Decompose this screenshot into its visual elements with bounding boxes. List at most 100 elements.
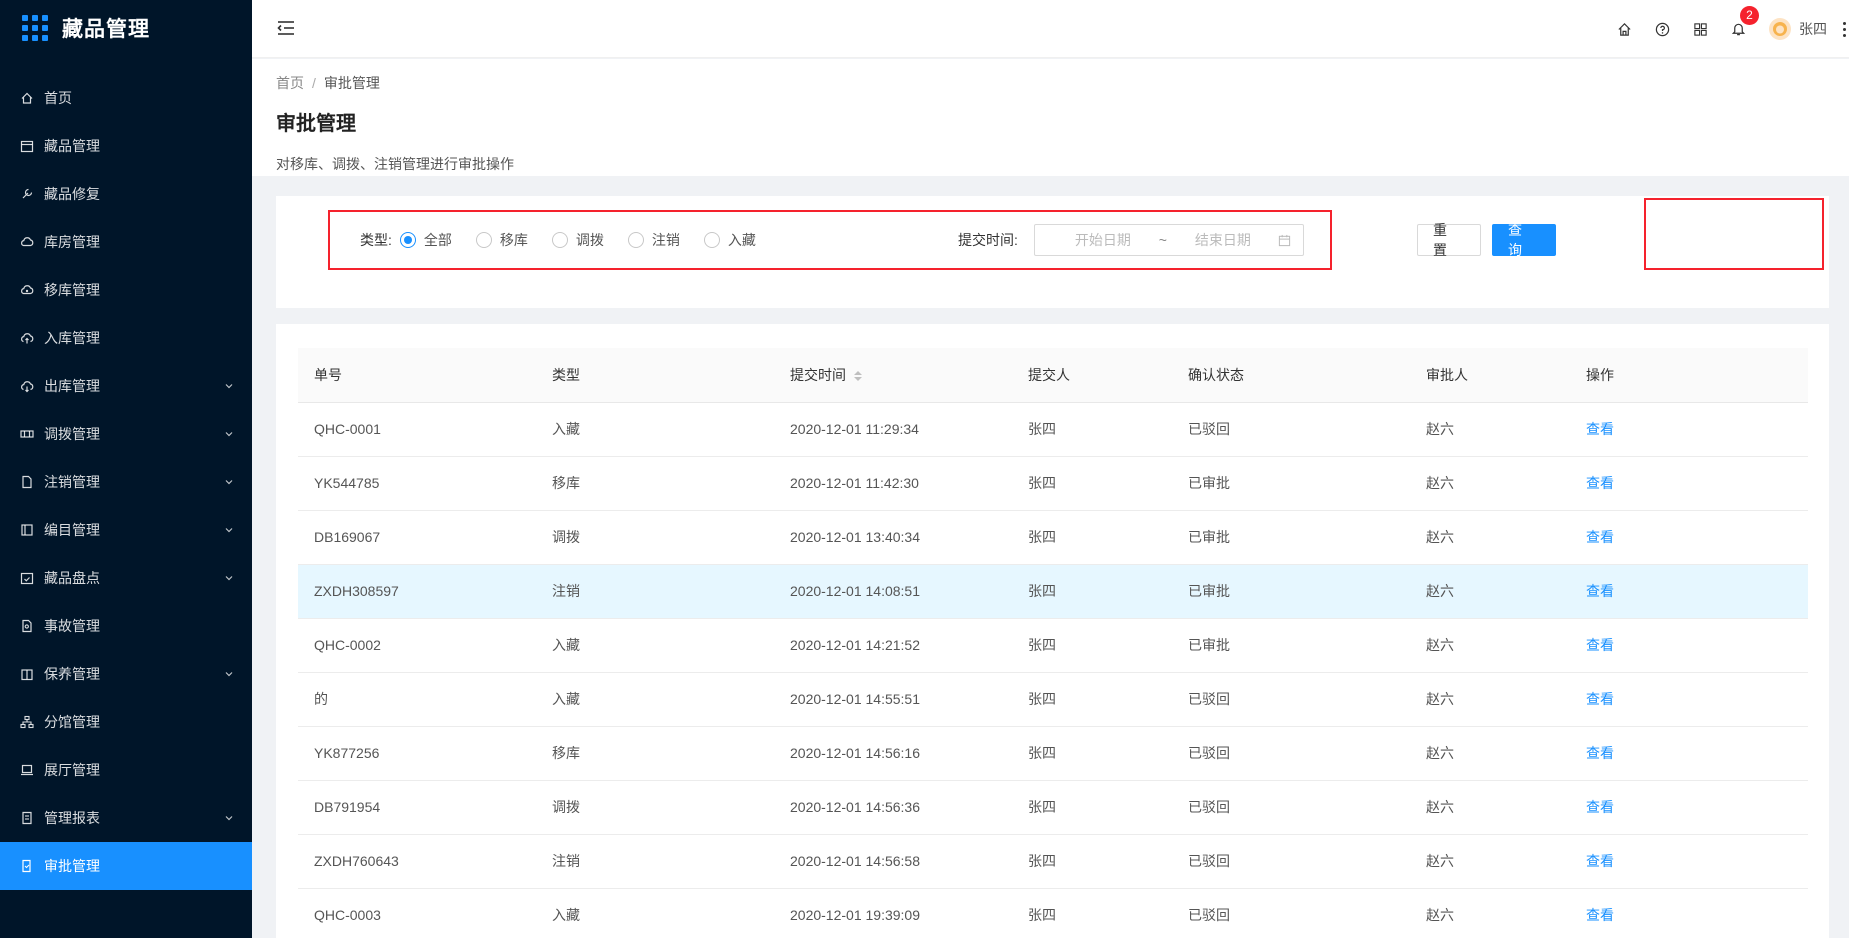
- start-date-input[interactable]: 开始日期: [1053, 230, 1153, 250]
- view-link[interactable]: 查看: [1586, 475, 1614, 491]
- table-row: YK877256 移库 2020-12-01 14:56:16 张四 已驳回 赵六 查看: [298, 726, 1808, 781]
- apps-icon[interactable]: [1681, 0, 1719, 58]
- sidebar-item[interactable]: 编目管理: [0, 506, 252, 554]
- radio-move[interactable]: 移库: [475, 230, 528, 250]
- radio-label: 全部: [423, 232, 452, 248]
- table-header-row: 单号 类型 提交时间 提交人 确认状态 审批人 操作: [298, 348, 1808, 403]
- chevron-down-icon: [224, 669, 234, 679]
- logo[interactable]: 藏品管理: [0, 0, 252, 56]
- approval-table: 单号 类型 提交时间 提交人 确认状态 审批人 操作 QHC-0001 入藏 202…: [298, 348, 1808, 938]
- sidebar-item[interactable]: 首页: [0, 74, 252, 122]
- cell-type: 调拨: [536, 510, 774, 565]
- sidebar-item[interactable]: 藏品管理: [0, 122, 252, 170]
- view-link[interactable]: 查看: [1586, 745, 1614, 761]
- sidebar-item-label: 注销管理: [44, 474, 100, 490]
- query-button[interactable]: 查询: [1492, 222, 1556, 258]
- type-label: 类型:: [360, 232, 392, 248]
- reset-button[interactable]: 重置: [1417, 222, 1481, 258]
- cell-approver: 赵六: [1410, 510, 1570, 565]
- cell-approver: 赵六: [1410, 618, 1570, 673]
- cell-type: 注销: [536, 564, 774, 619]
- sidebar-item[interactable]: 审批管理: [0, 842, 252, 890]
- sidebar-item[interactable]: 调拨管理: [0, 410, 252, 458]
- cell-approver: 赵六: [1410, 726, 1570, 781]
- radio-label: 入藏: [727, 232, 756, 248]
- sidebar-item-label: 审批管理: [44, 858, 100, 874]
- sidebar-item[interactable]: 藏品盘点: [0, 554, 252, 602]
- table-body: QHC-0001 入藏 2020-12-01 11:29:34 张四 已驳回 赵六 查看 YK…: [298, 402, 1808, 938]
- sidebar-item[interactable]: 移库管理: [0, 266, 252, 314]
- col-header-id: 单号: [298, 348, 536, 403]
- radio-dot[interactable]: [399, 232, 416, 248]
- calendar-icon: [20, 139, 34, 153]
- end-date-input[interactable]: 结束日期: [1173, 230, 1273, 250]
- sidebar-item[interactable]: 分馆管理: [0, 698, 252, 746]
- radio-dot[interactable]: [627, 232, 644, 248]
- cell-id: ZXDH308597: [298, 564, 536, 619]
- sidebar-item[interactable]: 事故管理: [0, 602, 252, 650]
- view-link[interactable]: 查看: [1586, 691, 1614, 707]
- sidebar-item[interactable]: 出库管理: [0, 362, 252, 410]
- cell-status: 已审批: [1172, 618, 1410, 673]
- cell-action: 查看: [1570, 402, 1808, 457]
- sort-icon[interactable]: [854, 371, 862, 382]
- user-menu[interactable]: 张四: [1769, 18, 1827, 40]
- breadcrumb-home[interactable]: 首页: [276, 73, 304, 93]
- cell-approver: 赵六: [1410, 456, 1570, 511]
- radio-all[interactable]: 全部: [399, 230, 452, 250]
- sidebar-item[interactable]: 入库管理: [0, 314, 252, 362]
- col-header-time[interactable]: 提交时间: [774, 348, 1012, 403]
- cell-approver: 赵六: [1410, 402, 1570, 457]
- laptop-icon: [20, 763, 34, 777]
- table-row: ZXDH760643 注销 2020-12-01 14:56:58 张四 已驳回 赵六 查看: [298, 834, 1808, 889]
- sidebar-item[interactable]: 展厅管理: [0, 746, 252, 794]
- sidebar-item[interactable]: 管理报表: [0, 794, 252, 842]
- radio-transfer[interactable]: 调拨: [551, 230, 604, 250]
- sidebar-item[interactable]: 注销管理: [0, 458, 252, 506]
- radio-dot[interactable]: [551, 232, 568, 248]
- view-link[interactable]: 查看: [1586, 853, 1614, 869]
- view-link[interactable]: 查看: [1586, 907, 1614, 923]
- radio-label: 移库: [499, 232, 528, 248]
- cell-submitter: 张四: [1012, 726, 1172, 781]
- cell-status: 已驳回: [1172, 672, 1410, 727]
- radio-dot[interactable]: [475, 232, 492, 248]
- sidebar-item-label: 调拨管理: [44, 426, 100, 442]
- table-card: 单号 类型 提交时间 提交人 确认状态 审批人 操作 QHC-0001 入藏 202…: [276, 324, 1829, 938]
- sidebar-item[interactable]: 藏品修复: [0, 170, 252, 218]
- cell-approver: 赵六: [1410, 780, 1570, 835]
- chevron-down-icon: [224, 381, 234, 391]
- bell-icon[interactable]: 2: [1719, 0, 1759, 58]
- breadcrumb: 首页 / 审批管理: [276, 73, 1825, 93]
- date-range-picker[interactable]: 开始日期 ~ 结束日期: [1033, 224, 1304, 256]
- radio-dot[interactable]: [703, 232, 720, 248]
- calendar-icon: [1278, 234, 1291, 247]
- sidebar-item[interactable]: 库房管理: [0, 218, 252, 266]
- question-icon[interactable]: [1643, 0, 1681, 58]
- table-row: 的入藏 2020-12-01 14:55:51 张四 已驳回 赵六 查看: [298, 672, 1808, 727]
- cell-action: 查看: [1570, 564, 1808, 619]
- sidebar-item[interactable]: 保养管理: [0, 650, 252, 698]
- table-row: DB169067 调拨 2020-12-01 13:40:34 张四 已审批 赵六 查看: [298, 510, 1808, 565]
- view-link[interactable]: 查看: [1586, 583, 1614, 599]
- radio-collect[interactable]: 入藏: [703, 230, 756, 250]
- time-label: 提交时间:: [958, 232, 1018, 248]
- menu-fold-icon[interactable]: [276, 18, 296, 38]
- view-link[interactable]: 查看: [1586, 421, 1614, 437]
- cell-approver: 赵六: [1410, 564, 1570, 619]
- building-icon: [20, 667, 34, 681]
- col-header-type: 类型: [536, 348, 774, 403]
- cell-type: 入藏: [536, 402, 774, 457]
- wrench-icon: [20, 187, 34, 201]
- cloud-sync-icon: [20, 283, 34, 297]
- home-icon[interactable]: [1605, 0, 1643, 58]
- radio-cancel[interactable]: 注销: [627, 230, 680, 250]
- view-link[interactable]: 查看: [1586, 799, 1614, 815]
- more-vertical-icon[interactable]: [1841, 21, 1847, 37]
- view-link[interactable]: 查看: [1586, 637, 1614, 653]
- sidebar-menu: 首页 藏品管理 藏品修复 库房管理 移库管理 入库管理 出库管理调拨管理注销管理编目管理 藏品…: [0, 74, 252, 890]
- cell-approver: 赵六: [1410, 888, 1570, 938]
- page-description: 对移库、调拨、注销管理进行审批操作: [276, 156, 514, 172]
- table-row: QHC-0001 入藏 2020-12-01 11:29:34 张四 已驳回 赵六 查看: [298, 402, 1808, 457]
- view-link[interactable]: 查看: [1586, 529, 1614, 545]
